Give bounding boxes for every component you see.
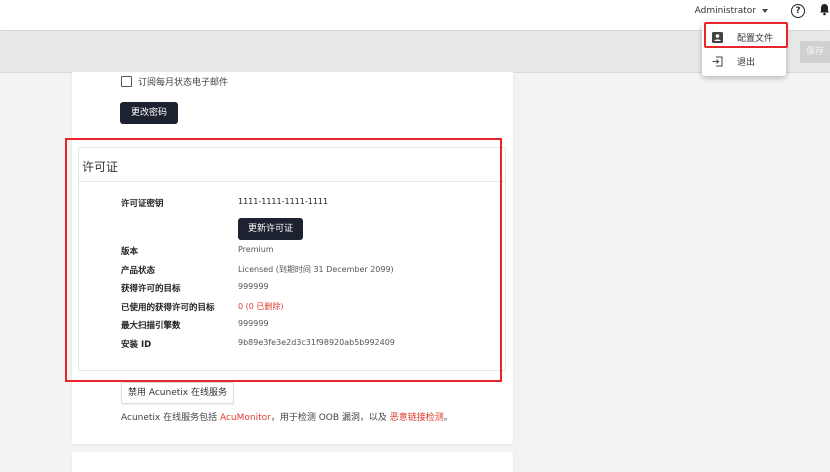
- install-id-label: 安装 ID: [121, 340, 152, 350]
- disable-online-services-button[interactable]: 禁用 Acunetix 在线服务: [121, 382, 234, 404]
- chevron-down-icon[interactable]: [762, 9, 768, 13]
- menu-item-label: 退出: [737, 57, 756, 68]
- next-card: [72, 452, 513, 472]
- note-text: ，用于检测 OOB 漏洞，以及: [270, 413, 390, 423]
- user-menu[interactable]: Administrator: [695, 6, 768, 16]
- user-dropdown: 配置文件 退出: [702, 22, 786, 76]
- renew-license-button[interactable]: 更新许可证: [238, 218, 303, 240]
- menu-item-label: 配置文件: [737, 33, 774, 44]
- user-name[interactable]: Administrator: [695, 6, 756, 16]
- divider: [79, 181, 505, 182]
- subscribe-label: 订阅每月状态电子邮件: [138, 78, 229, 88]
- logout-icon: [712, 56, 723, 67]
- profile-icon: [712, 31, 723, 43]
- license-title: 许可证: [82, 160, 119, 174]
- used-targets-label: 已使用的获得许可的目标: [121, 303, 215, 313]
- edition-label: 版本: [121, 247, 139, 257]
- max-engines-value: 999999: [238, 319, 269, 328]
- bell-icon[interactable]: [819, 3, 830, 19]
- change-password-button[interactable]: 更改密码: [120, 102, 178, 124]
- licensed-targets-label: 获得许可的目标: [121, 284, 181, 294]
- install-id-value: 9b89e3fe3e2d3c31f98920ab5b992409: [238, 338, 395, 347]
- note-text: 。: [443, 413, 453, 423]
- subscribe-checkbox[interactable]: [121, 76, 132, 87]
- product-status-value: Licensed (到期时间 31 December 2099): [238, 265, 394, 274]
- malware-detection-link[interactable]: 恶意链接检测: [390, 413, 444, 423]
- max-engines-label: 最大扫描引擎数: [121, 321, 181, 331]
- online-services-note: Acunetix 在线服务包括 AcuMonitor，用于检测 OOB 漏洞，以…: [121, 410, 453, 423]
- note-text: Acunetix 在线服务包括: [121, 413, 220, 423]
- help-icon[interactable]: ?: [791, 4, 805, 18]
- subscribe-option[interactable]: 订阅每月状态电子邮件: [121, 75, 228, 88]
- menu-item-profile[interactable]: 配置文件: [702, 25, 786, 49]
- edition-value: Premium: [238, 245, 274, 254]
- used-targets-value: 0 (0 已删除): [238, 302, 284, 311]
- save-button[interactable]: 保存: [800, 41, 830, 63]
- menu-item-logout[interactable]: 退出: [702, 49, 786, 73]
- license-section: 许可证 许可证密钥 1111-1111-1111-1111 更新许可证 版本 P…: [78, 147, 506, 371]
- product-status-label: 产品状态: [121, 266, 156, 276]
- acumonitor-link[interactable]: AcuMonitor: [220, 413, 271, 423]
- license-key-label: 许可证密钥: [121, 199, 164, 209]
- settings-card: 订阅每月状态电子邮件 更改密码 许可证 许可证密钥 1111-1111-1111…: [72, 72, 513, 444]
- license-key-value: 1111-1111-1111-1111: [238, 197, 329, 206]
- licensed-targets-value: 999999: [238, 282, 269, 291]
